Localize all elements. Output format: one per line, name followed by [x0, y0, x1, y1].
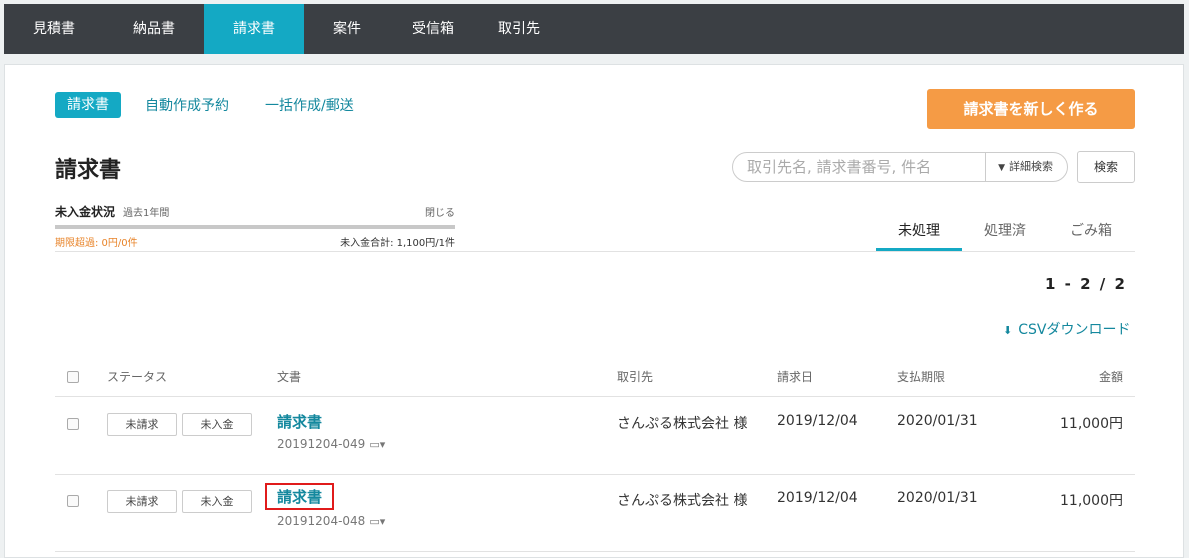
page-title: 請求書: [55, 158, 122, 183]
tab-unprocessed[interactable]: 未処理: [876, 215, 962, 251]
sub-navigation: 請求書 自動作成予約 一括作成/郵送: [55, 92, 390, 118]
caret-down-icon: ▼: [998, 163, 1005, 173]
document-number-text: 20191204-049: [277, 437, 366, 451]
table-row[interactable]: 未請求 未入金 請求書 20191204-049 ▭▾ さんぷる株式会社 様 20…: [55, 398, 1135, 475]
comment-dropdown-icon[interactable]: ▭▾: [369, 438, 385, 451]
document-title-link[interactable]: 請求書: [265, 483, 335, 510]
client-name: さんぷる株式会社 様: [617, 416, 748, 432]
top-navigation: 見積書 納品書 請求書 案件 受信箱 取引先: [4, 4, 1184, 54]
unpaid-status-bar: [55, 225, 455, 229]
column-amount: 金額: [1098, 370, 1123, 384]
tab-projects[interactable]: 案件: [304, 4, 390, 54]
close-summary-link[interactable]: 閉じる: [425, 204, 455, 219]
due-date: 2020/01/31: [897, 490, 978, 506]
amount: 11,000円: [1060, 493, 1123, 509]
tab-estimates[interactable]: 見積書: [4, 4, 104, 54]
new-invoice-button[interactable]: 請求書を新しく作る: [927, 89, 1135, 129]
subtab-invoices[interactable]: 請求書: [55, 92, 121, 118]
billing-date: 2019/12/04: [777, 413, 858, 429]
due-date: 2020/01/31: [897, 413, 978, 429]
pagination-count: 1 - 2 / 2: [1045, 275, 1127, 293]
document-title-link[interactable]: 請求書: [277, 411, 322, 432]
column-document: 文書: [277, 370, 302, 384]
subtab-bulk-create-mail[interactable]: 一括作成/郵送: [265, 95, 354, 115]
document-number: 20191204-049 ▭▾: [277, 437, 385, 451]
subtab-scheduled-creation[interactable]: 自動作成予約: [145, 95, 229, 115]
column-status: ステータス: [107, 370, 168, 384]
table-row[interactable]: 未請求 未入金 請求書 20191204-048 ▭▾ さんぷる株式会社 様 20…: [55, 475, 1135, 552]
status-badge-unbilled: 未請求: [107, 413, 177, 436]
divider: [55, 251, 1135, 252]
table-header: ステータス 文書 取引先 請求日 支払期限 金額: [55, 363, 1135, 397]
select-all-checkbox[interactable]: [67, 371, 79, 383]
document-number-text: 20191204-048: [277, 514, 366, 528]
column-due-date: 支払期限: [897, 370, 946, 384]
tab-inbox[interactable]: 受信箱: [390, 4, 476, 54]
amount: 11,000円: [1060, 416, 1123, 432]
tab-trash[interactable]: ごみ箱: [1048, 215, 1134, 251]
advanced-search-label: 詳細検索: [1009, 160, 1053, 173]
search-box: ▼ 詳細検索: [732, 152, 1068, 182]
search-input[interactable]: [733, 153, 986, 181]
status-badge-unbilled: 未請求: [107, 490, 177, 513]
unpaid-status-summary: 未入金状況 過去1年間 閉じる 期限超過: 0円/0件 未入金合計: 1,100…: [55, 203, 455, 249]
download-icon: ⬇: [1003, 324, 1013, 337]
status-badge-unpaid: 未入金: [182, 490, 252, 513]
billing-date: 2019/12/04: [777, 490, 858, 506]
tab-clients[interactable]: 取引先: [476, 4, 562, 54]
comment-dropdown-icon[interactable]: ▭▾: [369, 515, 385, 528]
search-button[interactable]: 検索: [1077, 151, 1135, 183]
advanced-search-dropdown[interactable]: ▼ 詳細検索: [985, 153, 1067, 181]
status-badge-unpaid: 未入金: [182, 413, 252, 436]
unpaid-status-title: 未入金状況: [55, 205, 116, 219]
column-client: 取引先: [617, 370, 654, 384]
row-checkbox[interactable]: [67, 495, 79, 507]
tab-delivery-notes[interactable]: 納品書: [104, 4, 204, 54]
csv-download-link[interactable]: ⬇ CSVダウンロード: [1003, 319, 1130, 339]
document-number: 20191204-048 ▭▾: [277, 514, 385, 528]
filter-tabs: 未処理 処理済 ごみ箱: [876, 215, 1134, 251]
overdue-amount: 期限超過: 0円/0件: [55, 238, 138, 249]
row-checkbox[interactable]: [67, 418, 79, 430]
client-name: さんぷる株式会社 様: [617, 493, 748, 509]
unpaid-status-period: 過去1年間: [123, 208, 170, 219]
column-billing-date: 請求日: [777, 370, 814, 384]
tab-invoices[interactable]: 請求書: [204, 4, 304, 54]
tab-processed[interactable]: 処理済: [962, 215, 1048, 251]
main-panel: 請求書 自動作成予約 一括作成/郵送 請求書を新しく作る 請求書 ▼ 詳細検索 検…: [4, 64, 1184, 558]
unpaid-total: 未入金合計: 1,100円/1件: [340, 238, 455, 249]
csv-download-label: CSVダウンロード: [1018, 322, 1131, 338]
